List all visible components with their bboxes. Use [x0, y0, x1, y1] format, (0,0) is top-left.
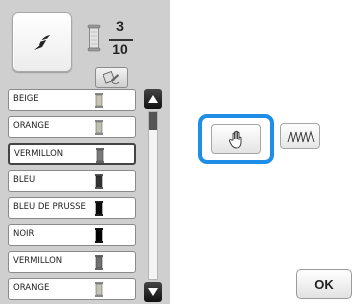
thread-spool-icon	[95, 174, 103, 189]
thread-spool-icon	[95, 282, 103, 297]
thread-spool-icon	[96, 148, 104, 163]
scroll-down-button[interactable]	[144, 282, 162, 302]
thread-row-vermillon[interactable]: VERMILLON	[8, 251, 136, 273]
current-color-number: 3	[116, 18, 124, 34]
thread-spool-icon	[95, 255, 103, 270]
pattern-preview-button[interactable]	[12, 12, 72, 72]
stitch-pattern-icon	[287, 130, 315, 143]
hand-icon	[228, 130, 242, 149]
thread-row-orange-2[interactable]: ORANGE	[8, 278, 136, 300]
thread-spool-icon	[95, 93, 103, 108]
arrow-down-icon	[148, 288, 158, 296]
scrollbar-thumb[interactable]	[149, 112, 157, 130]
thread-name: NOIR	[13, 229, 35, 239]
thread-spool-icon	[95, 120, 103, 135]
total-colors-number: 10	[112, 41, 128, 57]
thread-name: BEIGE	[13, 94, 39, 104]
thread-name: VERMILLON	[13, 256, 63, 266]
thread-change-icon	[103, 71, 120, 84]
hand-tool-button[interactable]	[211, 124, 261, 154]
thread-name: ORANGE	[13, 283, 50, 293]
thread-row-noir[interactable]: NOIR	[8, 224, 136, 246]
arrow-up-icon	[148, 95, 158, 103]
thread-change-button[interactable]	[95, 67, 128, 88]
thread-name: BLEU	[13, 175, 36, 185]
thread-name: ORANGE	[13, 121, 50, 131]
ok-button[interactable]: OK	[296, 269, 352, 299]
thread-row-beige[interactable]: BEIGE	[8, 89, 136, 111]
thread-name: BLEU DE PRUSSE	[13, 202, 86, 212]
stitch-pattern-button[interactable]	[280, 123, 320, 149]
thread-row-orange[interactable]: ORANGE	[8, 116, 136, 138]
embroidery-pattern-icon	[34, 35, 50, 50]
thread-name: VERMILLON	[14, 149, 64, 159]
thread-spool-icon	[87, 24, 101, 52]
thread-spool-icon	[95, 228, 103, 243]
hand-tool-focus-ring	[198, 114, 274, 164]
thread-color-list: BEIGE ORANGE VERMILLON BLEU BLEU DE PRUS…	[8, 89, 136, 304]
thread-row-bleu-de-prusse[interactable]: BLEU DE PRUSSE	[8, 197, 136, 219]
thread-row-vermillon-selected[interactable]: VERMILLON	[8, 143, 136, 165]
color-counter: 3 10	[87, 18, 147, 62]
scroll-up-button[interactable]	[144, 89, 162, 109]
thread-spool-icon	[95, 201, 103, 216]
scrollbar-track[interactable]	[148, 111, 158, 280]
thread-row-bleu[interactable]: BLEU	[8, 170, 136, 192]
